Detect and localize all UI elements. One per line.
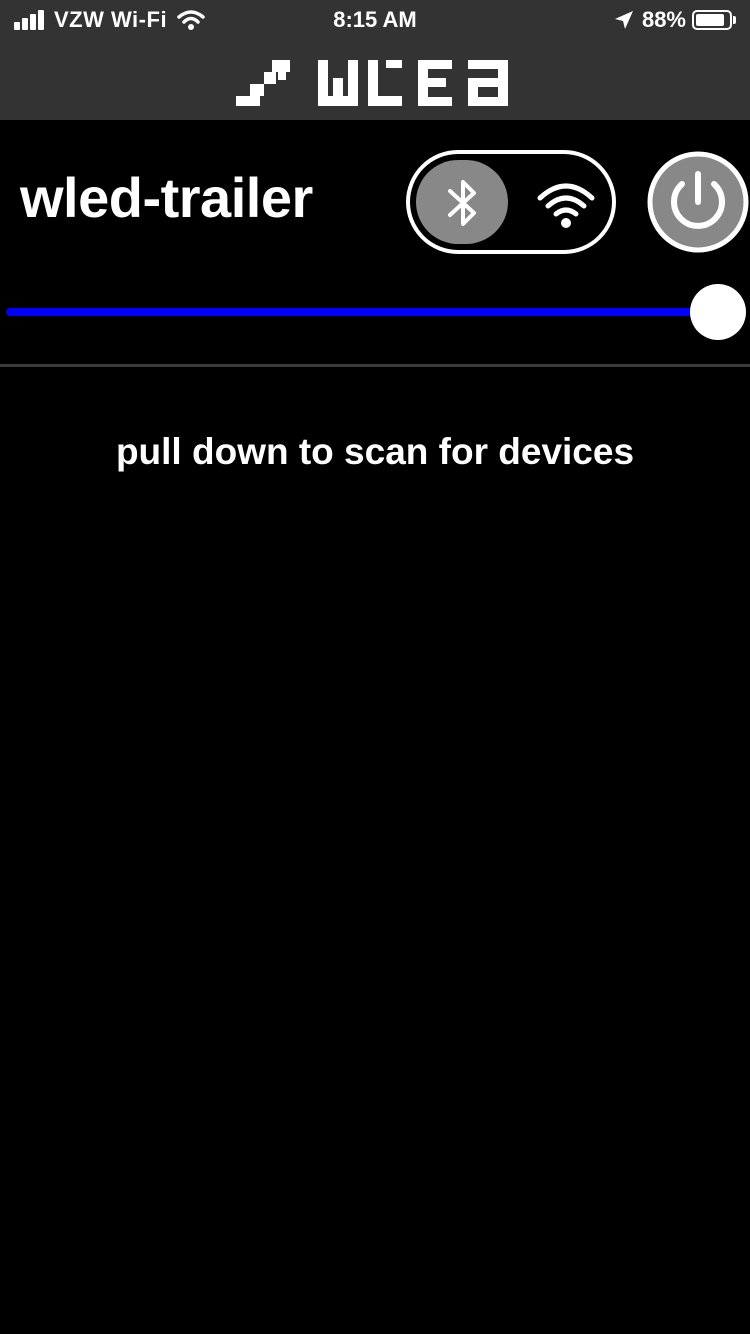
wifi-icon[interactable] [536,180,596,230]
wled-logo [236,60,508,106]
bluetooth-icon [448,180,476,226]
battery-level [696,14,725,26]
battery-icon [692,10,732,30]
status-right: 88% [614,6,736,34]
power-button[interactable] [646,150,750,254]
power-icon [647,151,749,253]
connection-mode-toggle[interactable] [406,150,616,254]
status-bar: VZW Wi-Fi 8:15 AM 88% [0,0,750,40]
slider-track [6,308,718,316]
app-header [0,40,750,120]
battery-percent: 88% [641,7,686,32]
device-name: wled-trailer [20,166,313,229]
brightness-slider[interactable] [0,280,750,344]
empty-state-hint: pull down to scan for devices [115,431,635,472]
toggle-knob [416,160,508,244]
slider-thumb[interactable] [690,284,746,340]
battery-nub [733,16,736,24]
divider [0,364,750,367]
location-arrow-icon [614,11,633,29]
